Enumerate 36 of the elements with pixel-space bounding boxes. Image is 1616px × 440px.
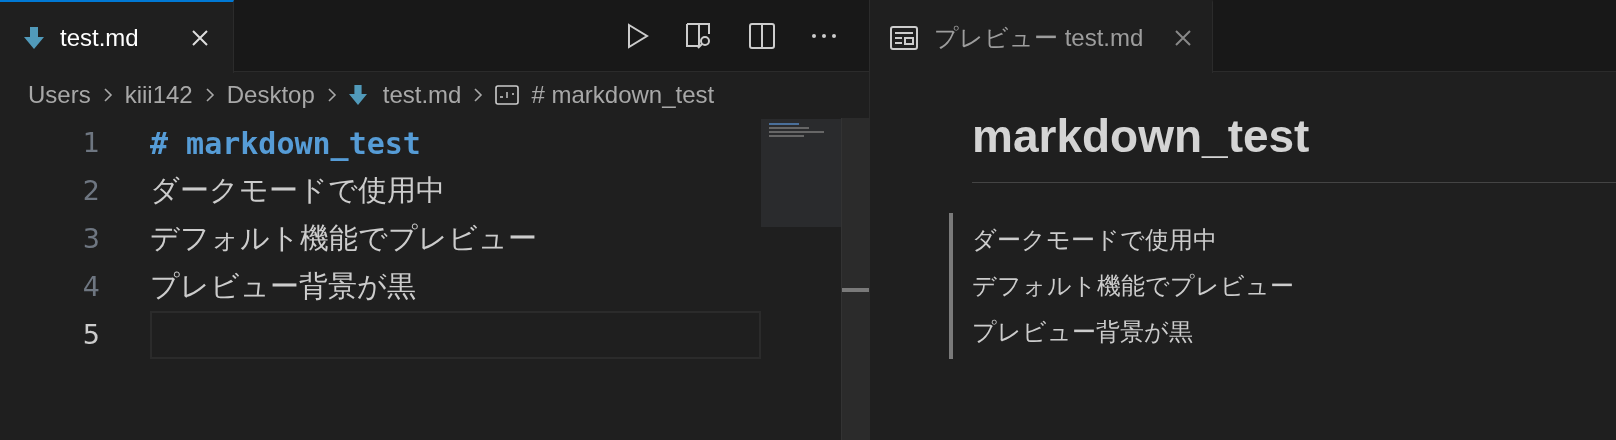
editor-tab[interactable]: test.md	[0, 0, 234, 73]
preview-tab[interactable]: プレビュー test.md	[870, 0, 1213, 73]
arrow-down-icon	[24, 26, 44, 49]
breadcrumb-item[interactable]: test.md	[382, 77, 462, 113]
quote-line: プレビュー背景が黒	[972, 316, 1194, 347]
code-line: プレビュー背景が黒	[150, 269, 416, 305]
split-editor-icon[interactable]	[749, 22, 775, 49]
heading-code: # markdown_test	[150, 124, 421, 163]
line-number: 1	[81, 125, 100, 160]
code-line: ダークモードで使用中	[150, 173, 445, 209]
line-number: 2	[81, 173, 100, 208]
arrow-down-icon	[348, 85, 367, 105]
line-number: 3	[81, 221, 100, 256]
more-icon[interactable]	[811, 32, 837, 39]
tab-label: プレビュー test.md	[934, 22, 1144, 53]
minimap[interactable]	[761, 119, 841, 227]
line-number: 5	[81, 317, 100, 352]
text-symbol-icon	[495, 85, 520, 105]
split-search-icon[interactable]	[685, 21, 713, 50]
chevron-right-icon	[204, 87, 215, 103]
chevron-right-icon	[473, 87, 484, 103]
tab-label: test.md	[60, 22, 139, 53]
breadcrumb-item[interactable]: Desktop	[226, 77, 315, 113]
quote-line: デフォルト機能でプレビュー	[972, 270, 1295, 301]
preview-heading: markdown_test	[972, 108, 1616, 183]
breadcrumb-item[interactable]: # markdown_test	[531, 77, 715, 113]
quote-line: ダークモードで使用中	[972, 224, 1218, 255]
scrollbar[interactable]	[841, 118, 869, 440]
chevron-right-icon	[326, 87, 337, 103]
breadcrumb-item[interactable]: Users	[28, 77, 91, 113]
preview-icon	[890, 25, 918, 50]
code-line: デフォルト機能でプレビュー	[150, 221, 537, 257]
breadcrumb-item[interactable]: kiii142	[124, 77, 193, 113]
line-number: 4	[81, 269, 100, 304]
play-icon[interactable]	[627, 22, 649, 49]
chevron-right-icon	[102, 87, 113, 103]
